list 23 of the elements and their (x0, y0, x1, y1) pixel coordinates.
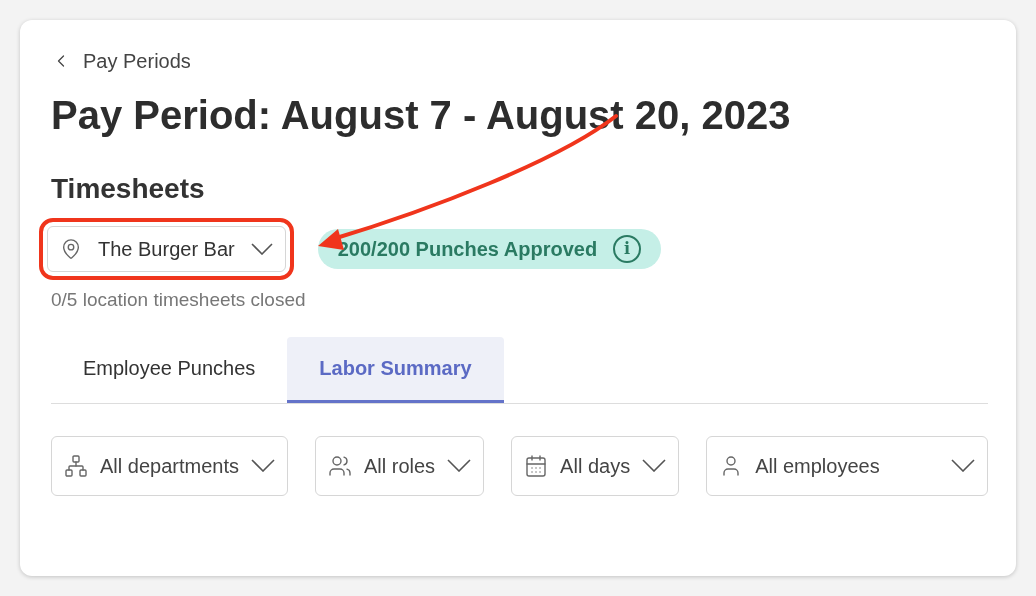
calendar-icon (524, 453, 549, 478)
location-dropdown[interactable]: The Burger Bar (47, 226, 286, 272)
chevron-down-icon (250, 243, 273, 255)
filter-dropdown[interactable]: All employees (706, 435, 988, 496)
closed-note: 0/5 location timesheets closed (51, 288, 307, 312)
page-title: Pay Period: August 7 - August 20, 2023 (51, 92, 792, 139)
chevron-down-icon (642, 459, 667, 472)
org-chart-icon (64, 453, 88, 478)
filter-dropdown[interactable]: All departments (51, 435, 288, 496)
tab[interactable]: Employee Punches (51, 336, 288, 403)
tab[interactable]: Labor Summary (287, 336, 504, 403)
chevron-down-icon (447, 459, 472, 472)
filter-dropdown[interactable]: All roles (314, 435, 485, 496)
info-icon[interactable]: i (613, 235, 642, 263)
chevron-down-icon (250, 459, 275, 472)
section-title: Timesheets (51, 172, 206, 206)
back-link-label[interactable]: Pay Periods (83, 46, 191, 76)
back-link[interactable]: Pay Periods (51, 46, 191, 76)
filter-dropdown[interactable]: All days (511, 435, 680, 496)
location-pin-icon (60, 238, 82, 260)
people-icon (327, 453, 352, 478)
status-label: 200/200 Punches Approved (337, 237, 598, 262)
chevron-down-icon (951, 459, 975, 472)
